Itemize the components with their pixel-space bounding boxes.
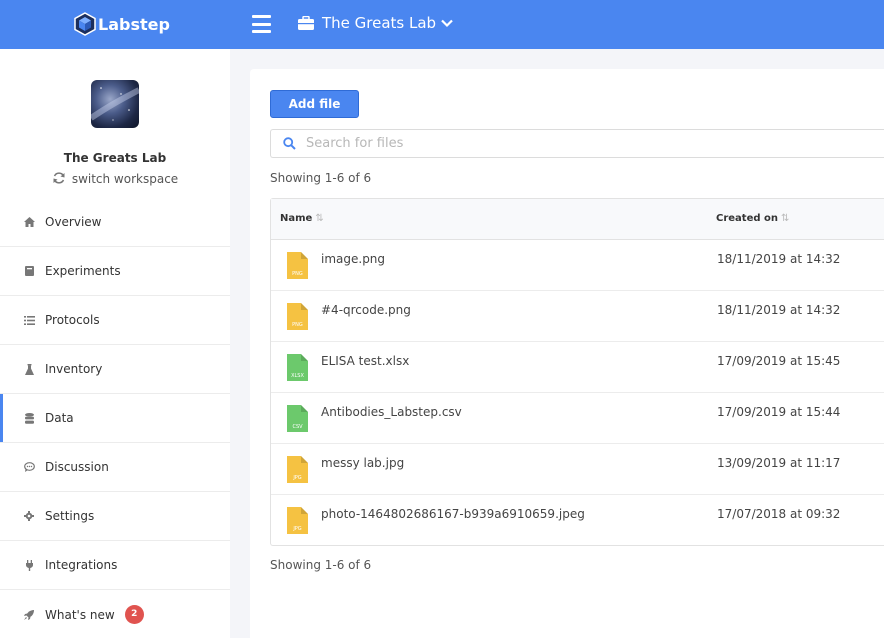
file-created-date: 13/09/2019 at 11:17: [717, 456, 841, 470]
table-body: PNG image.png 18/11/2019 at 14:32 PNG #4-qrc…: [271, 240, 884, 546]
file-icon: XLSX: [287, 354, 308, 384]
svg-text:PNG: PNG: [292, 271, 303, 277]
sidebar-item-label: Inventory: [45, 362, 103, 376]
sidebar-item-label: What's new: [45, 607, 115, 622]
flask-icon: [23, 363, 35, 375]
svg-text:JPG: JPG: [292, 526, 301, 532]
file-icon: PNG: [287, 303, 308, 333]
workspace-dropdown[interactable]: The Greats Lab: [298, 14, 453, 32]
notification-badge: 2: [124, 605, 144, 624]
column-header-created[interactable]: Created on ⇅: [716, 213, 789, 224]
sidebar-item-overview[interactable]: Overview: [0, 198, 230, 247]
files-panel: Add file Showing 1-6 of 6 Name⇅ Created …: [250, 69, 884, 638]
sidebar: The Greats Lab switch workspace Overview…: [0, 49, 230, 638]
sidebar-item-settings[interactable]: Settings: [0, 492, 230, 541]
list-icon: [23, 314, 35, 326]
chevron-down-icon: [441, 19, 453, 27]
sidebar-item-label: Data: [45, 411, 74, 425]
table-row[interactable]: XLSX ELISA test.xlsx 17/09/2019 at 15:45: [271, 342, 884, 393]
workspace-name: The Greats Lab: [63, 151, 167, 165]
sidebar-item-label: Integrations: [45, 558, 118, 572]
add-file-button[interactable]: Add file: [270, 90, 359, 118]
refresh-icon: [53, 172, 65, 184]
column-header-name[interactable]: Name ⇅: [280, 213, 324, 224]
table-row[interactable]: CSV Antibodies_Labstep.csv 17/09/2019 at 1…: [271, 393, 884, 444]
sidebar-item-experiments[interactable]: Experiments: [0, 247, 230, 296]
sidebar-item-data[interactable]: Data: [0, 394, 230, 443]
sidebar-item-integrations[interactable]: Integrations: [0, 541, 230, 590]
search-bar[interactable]: [270, 129, 884, 158]
file-created-date: 17/07/2018 at 09:32: [717, 507, 841, 521]
search-input[interactable]: [306, 136, 806, 151]
file-name-link[interactable]: image.png: [321, 252, 385, 266]
sidebar-item-protocols[interactable]: Protocols: [0, 296, 230, 345]
workspace-avatar[interactable]: [91, 80, 139, 128]
sidebar-nav: Overview Experiments Protocols Inventory…: [0, 198, 230, 638]
sidebar-item-label: Discussion: [45, 460, 109, 474]
sidebar-item-whats-new[interactable]: What's new 2: [0, 590, 230, 638]
sort-icon: ⇅: [315, 213, 324, 224]
svg-text:XLSX: XLSX: [291, 373, 304, 379]
svg-text:CSV: CSV: [292, 424, 303, 430]
gear-icon: [23, 510, 35, 522]
file-icon: PNG: [287, 252, 308, 282]
table-row[interactable]: JPG photo-1464802686167-b939a6910659.jpeg…: [271, 495, 884, 546]
column-label: Created on: [716, 213, 778, 224]
table-row[interactable]: JPG messy lab.jpg 13/09/2019 at 11:17: [271, 444, 884, 495]
file-name-link[interactable]: photo-1464802686167-b939a6910659.jpeg: [321, 507, 585, 521]
galaxy-image: [91, 87, 139, 121]
plug-icon: [23, 559, 35, 571]
column-label: Name: [280, 213, 313, 224]
sidebar-item-label: Protocols: [45, 313, 100, 327]
results-count-bottom: Showing 1-6 of 6: [270, 558, 372, 572]
file-icon: JPG: [287, 507, 308, 537]
file-created-date: 17/09/2019 at 15:45: [717, 354, 841, 368]
home-icon: [23, 216, 35, 228]
sidebar-item-label: Experiments: [45, 264, 121, 278]
sidebar-item-label: Overview: [45, 215, 102, 229]
table-row[interactable]: PNG image.png 18/11/2019 at 14:32: [271, 240, 884, 291]
file-name-link[interactable]: ELISA test.xlsx: [321, 354, 409, 368]
workspace-title: The Greats Lab: [322, 14, 437, 32]
sidebar-item-inventory[interactable]: Inventory: [0, 345, 230, 394]
svg-text:PNG: PNG: [292, 322, 303, 328]
notebook-icon: [23, 265, 35, 277]
menu-toggle-button[interactable]: [252, 15, 271, 33]
briefcase-icon: [298, 16, 314, 30]
sidebar-item-discussion[interactable]: Discussion: [0, 443, 230, 492]
database-icon: [23, 412, 35, 424]
labstep-logo[interactable]: Labstep: [74, 12, 170, 36]
file-created-date: 18/11/2019 at 14:32: [717, 252, 841, 266]
switch-workspace-link[interactable]: switch workspace: [0, 171, 230, 186]
sidebar-item-label: Settings: [45, 509, 95, 523]
file-name-link[interactable]: messy lab.jpg: [321, 456, 404, 470]
rocket-icon: [23, 609, 35, 621]
sort-icon: ⇅: [781, 213, 790, 224]
svg-text:JPG: JPG: [292, 475, 301, 481]
table-header: Name ⇅ Created on ⇅: [271, 199, 884, 240]
file-icon: JPG: [287, 456, 308, 486]
file-created-date: 18/11/2019 at 14:32: [717, 303, 841, 317]
table-row[interactable]: PNG #4-qrcode.png 18/11/2019 at 14:32: [271, 291, 884, 342]
chat-icon: [23, 461, 35, 473]
file-created-date: 17/09/2019 at 15:44: [717, 405, 841, 419]
cube-logo-icon: [74, 12, 96, 36]
file-name-link[interactable]: Antibodies_Labstep.csv: [321, 405, 462, 419]
file-name-link[interactable]: #4-qrcode.png: [321, 303, 411, 317]
file-icon: CSV: [287, 405, 308, 435]
files-table: Name ⇅ Created on ⇅ PNG image.png 18/11/2019…: [270, 198, 884, 546]
results-count-top: Showing 1-6 of 6: [270, 171, 372, 185]
search-icon: [283, 137, 296, 150]
switch-workspace-label: switch workspace: [71, 172, 179, 186]
logo-text: Labstep: [98, 14, 170, 34]
